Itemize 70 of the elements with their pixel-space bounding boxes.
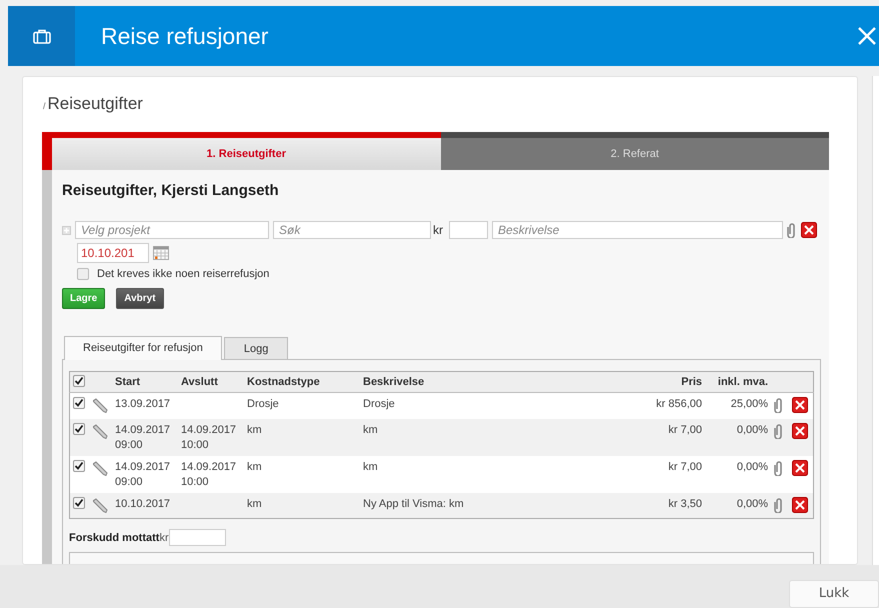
- page-heading: Reiseutgifter: [48, 94, 143, 114]
- column-header[interactable]: Beskrivelse: [360, 372, 592, 392]
- column-header[interactable]: Start: [112, 372, 178, 392]
- search-field[interactable]: Søk: [273, 221, 431, 239]
- currency-label: kr: [433, 223, 443, 237]
- checkbox[interactable]: [73, 496, 85, 508]
- table-cell: km: [247, 498, 262, 510]
- checkbox[interactable]: [73, 460, 85, 472]
- advance-label: Forskudd mottatt: [69, 532, 160, 544]
- paperclip-icon[interactable]: [774, 397, 784, 413]
- column-header[interactable]: Kostnadstype: [244, 372, 360, 392]
- table-cell: kr 3,50: [668, 498, 702, 510]
- delete-icon[interactable]: [792, 397, 808, 413]
- table-cell: 14.09.2017 09:00: [115, 460, 170, 488]
- currency-label: kr: [159, 532, 169, 544]
- wizard-step[interactable]: 1. Reiseutgifter: [42, 132, 441, 170]
- table-cell: kr 7,00: [668, 424, 702, 436]
- table-cell: 14.09.2017 09:00: [115, 424, 170, 450]
- table-cell: 25,00%: [730, 398, 768, 410]
- table-cell: Drosje: [363, 398, 395, 410]
- checkbox[interactable]: [77, 268, 89, 280]
- column-header[interactable]: inkl. mva.: [705, 372, 772, 392]
- table-cell: km: [247, 424, 262, 436]
- close-icon[interactable]: [857, 26, 877, 46]
- pencil-icon[interactable]: [93, 422, 109, 438]
- calendar-icon[interactable]: [153, 246, 169, 260]
- table-cell: km: [363, 424, 378, 436]
- tab[interactable]: Reiseutgifter for refusjon: [64, 336, 222, 360]
- table-cell: km: [247, 460, 262, 472]
- cancel-button[interactable]: Avbryt: [116, 288, 164, 309]
- breadcrumb-separator: /: [43, 101, 46, 111]
- description-field[interactable]: Beskrivelse: [492, 221, 783, 239]
- table-cell: 0,00%: [736, 498, 768, 510]
- pencil-icon[interactable]: [93, 460, 109, 476]
- table-cell: 0,00%: [736, 460, 768, 472]
- paperclip-icon[interactable]: [774, 496, 784, 512]
- table-cell: 14.09.2017 10:00: [181, 460, 236, 488]
- window-title: Reise refusjoner: [101, 22, 270, 50]
- table-cell: 13.09.2017: [115, 398, 170, 410]
- checkbox[interactable]: [73, 397, 85, 409]
- delete-icon[interactable]: [792, 460, 808, 476]
- column-header[interactable]: Pris: [592, 372, 706, 392]
- paperclip-icon[interactable]: [774, 422, 784, 438]
- delete-icon[interactable]: [801, 222, 817, 238]
- briefcase-icon[interactable]: [32, 28, 50, 44]
- checkbox-label: Det kreves ikke noen reiserrefusjon: [97, 268, 270, 280]
- form-heading: Reiseutgifter, Kjersti Langseth: [62, 182, 280, 199]
- table-cell: Ny App til Visma: km: [363, 498, 464, 510]
- table-cell: kr 856,00: [656, 398, 702, 410]
- table-cell: 10.10.2017: [115, 498, 170, 510]
- delete-icon[interactable]: [792, 496, 808, 512]
- table-cell: 0,00%: [736, 424, 768, 436]
- paperclip-icon[interactable]: [787, 222, 797, 238]
- column-header[interactable]: Avslutt: [178, 372, 244, 392]
- pencil-icon[interactable]: [93, 397, 109, 413]
- tab[interactable]: Logg: [224, 337, 288, 359]
- delete-icon[interactable]: [792, 422, 808, 438]
- table-cell: Drosje: [247, 398, 279, 410]
- pencil-icon[interactable]: [93, 496, 109, 512]
- checkbox[interactable]: [73, 422, 85, 434]
- table-cell: 14.09.2017 10:00: [181, 424, 236, 450]
- checkbox[interactable]: [73, 375, 85, 387]
- paperclip-icon[interactable]: [774, 460, 784, 476]
- amount-field[interactable]: [449, 221, 488, 239]
- advance-field[interactable]: [168, 529, 226, 546]
- close-button[interactable]: Lukk: [789, 580, 879, 608]
- project-field[interactable]: Velg prosjekt: [75, 221, 269, 239]
- table-cell: km: [363, 460, 378, 472]
- date-field[interactable]: 10.10.201: [77, 243, 149, 263]
- table-cell: kr 7,00: [668, 460, 702, 472]
